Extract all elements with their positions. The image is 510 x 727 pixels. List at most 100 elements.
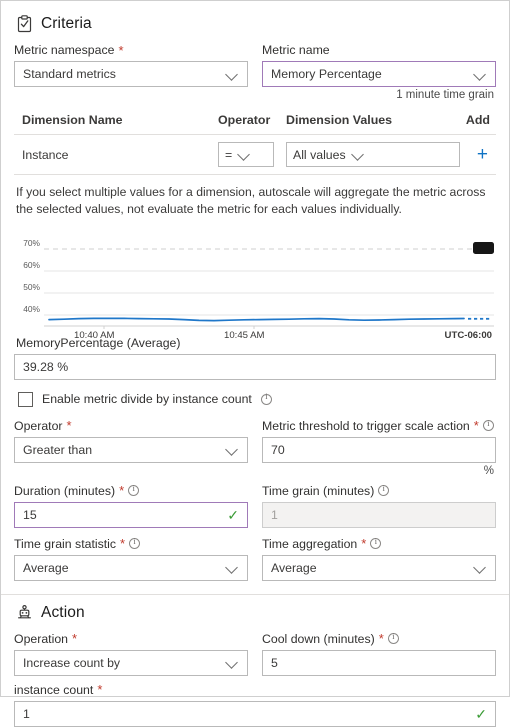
metric-name-value: Memory Percentage (271, 67, 468, 81)
operator-threshold-row: Operator * Greater than Metric threshold… (14, 419, 496, 477)
duration-input[interactable]: 15 ✓ (14, 502, 248, 528)
cool-down-value: 5 (271, 656, 487, 670)
metric-selectors-row: Metric namespace * Standard metrics Metr… (14, 43, 496, 101)
duration-timegrain-row: Duration (minutes) * 15 ✓ Time grain (mi… (14, 484, 496, 528)
metric-chart-svg: 70% 60% 50% 40% (16, 231, 500, 329)
svg-text:60%: 60% (23, 260, 40, 270)
statistic-aggregation-row: Time grain statistic * Average Time aggr… (14, 537, 496, 581)
time-grain-note: 1 minute time grain (262, 89, 496, 101)
operator-select[interactable]: Greater than (14, 437, 248, 463)
metric-namespace-value: Standard metrics (23, 67, 220, 81)
chevron-down-icon (474, 68, 487, 81)
info-icon[interactable] (261, 394, 272, 405)
clipboard-check-icon (16, 15, 33, 33)
time-grain-label: Time grain (minutes) (262, 484, 496, 498)
metric-name-select[interactable]: Memory Percentage (262, 61, 496, 87)
svg-text:40%: 40% (23, 304, 40, 314)
dimension-values-value: All values (293, 148, 346, 162)
info-icon[interactable] (378, 485, 389, 496)
instance-count-value: 1 (23, 707, 469, 721)
header-operator: Operator (218, 113, 286, 127)
x-tick-1: 10:40 AM (74, 330, 115, 341)
dimension-table: Dimension Name Operator Dimension Values… (14, 113, 496, 175)
instance-count-input[interactable]: 1 ✓ (14, 701, 496, 727)
operator-value: Greater than (23, 443, 220, 457)
header-dimension-values: Dimension Values (286, 113, 460, 127)
robot-gear-icon (16, 604, 33, 621)
time-aggregation-select[interactable]: Average (262, 555, 496, 581)
duration-value: 15 (23, 508, 221, 522)
valid-check-icon: ✓ (227, 508, 239, 522)
cool-down-input[interactable]: 5 (262, 650, 496, 676)
dimension-hint-text: If you select multiple values for a dime… (16, 184, 494, 219)
operation-value: Increase count by (23, 656, 220, 670)
time-grain-value: 1 (271, 508, 487, 522)
action-section-header: Action (16, 604, 496, 622)
autoscale-rule-panel: Criteria Metric namespace * Standard met… (0, 0, 510, 697)
info-icon[interactable] (370, 538, 381, 549)
info-icon[interactable] (129, 538, 140, 549)
threshold-unit: % (262, 465, 496, 477)
required-asterisk: * (72, 632, 77, 645)
required-asterisk: * (67, 419, 72, 432)
required-asterisk: * (474, 419, 479, 432)
chevron-down-icon (474, 561, 487, 574)
dimension-name-cell: Instance (22, 148, 218, 162)
enable-metric-divide-row[interactable]: Enable metric divide by instance count (18, 392, 494, 407)
operator-label: Operator * (14, 419, 248, 433)
metric-namespace-select[interactable]: Standard metrics (14, 61, 248, 87)
enable-metric-divide-checkbox[interactable] (18, 392, 33, 407)
chevron-down-icon (226, 656, 239, 669)
operation-select[interactable]: Increase count by (14, 650, 248, 676)
time-grain-input: 1 (262, 502, 496, 528)
dimension-operator-cell: = (218, 142, 286, 167)
dimension-values-select[interactable]: All values (286, 142, 460, 167)
valid-check-icon: ✓ (475, 707, 487, 721)
svg-text:50%: 50% (23, 282, 40, 292)
threshold-badge (473, 242, 494, 254)
enable-metric-divide-label: Enable metric divide by instance count (42, 392, 252, 406)
required-asterisk: * (379, 632, 384, 645)
metric-name-label: Metric name (262, 43, 496, 57)
dimension-operator-select[interactable]: = (218, 142, 274, 167)
operation-label: Operation * (14, 632, 248, 646)
operation-group: Operation * Increase count by (14, 632, 248, 676)
info-icon[interactable] (128, 485, 139, 496)
section-divider (1, 594, 509, 595)
duration-label: Duration (minutes) * (14, 484, 248, 498)
required-asterisk: * (120, 537, 125, 550)
chevron-down-icon (226, 68, 239, 81)
current-metric-value-box: 39.28 % (14, 354, 496, 380)
metric-chart: 70% 60% 50% 40% 10:40 AM 10:45 AM UTC-06… (16, 231, 494, 329)
header-dimension-name: Dimension Name (22, 113, 218, 127)
required-asterisk: * (361, 537, 366, 550)
header-add: Add (460, 113, 494, 127)
info-icon[interactable] (483, 420, 494, 431)
table-row: Instance = All values + (14, 135, 496, 175)
chevron-down-icon (238, 148, 251, 161)
required-asterisk: * (119, 484, 124, 497)
operation-cooldown-row: Operation * Increase count by Cool down … (14, 632, 496, 676)
metric-namespace-label: Metric namespace * (14, 43, 248, 57)
metric-name-group: Metric name Memory Percentage 1 minute t… (262, 43, 496, 101)
chart-x-axis: 10:40 AM 10:45 AM UTC-06:00 (16, 330, 494, 344)
action-title: Action (41, 604, 85, 622)
chevron-down-icon (226, 443, 239, 456)
cool-down-group: Cool down (minutes) * 5 (262, 632, 496, 676)
time-grain-statistic-select[interactable]: Average (14, 555, 248, 581)
info-icon[interactable] (388, 633, 399, 644)
threshold-group: Metric threshold to trigger scale action… (262, 419, 496, 477)
instance-count-label: instance count * (14, 683, 496, 697)
threshold-label: Metric threshold to trigger scale action… (262, 419, 496, 433)
forecast-dots (468, 318, 489, 320)
time-aggregation-label: Time aggregation * (262, 537, 496, 551)
time-grain-group: Time grain (minutes) 1 (262, 484, 496, 528)
series-line (49, 318, 464, 320)
criteria-title: Criteria (41, 15, 92, 33)
chevron-down-icon (226, 561, 239, 574)
duration-group: Duration (minutes) * 15 ✓ (14, 484, 248, 528)
time-grain-statistic-label: Time grain statistic * (14, 537, 248, 551)
add-dimension-button[interactable]: + (460, 145, 494, 164)
cool-down-label: Cool down (minutes) * (262, 632, 496, 646)
threshold-input[interactable]: 70 (262, 437, 496, 463)
